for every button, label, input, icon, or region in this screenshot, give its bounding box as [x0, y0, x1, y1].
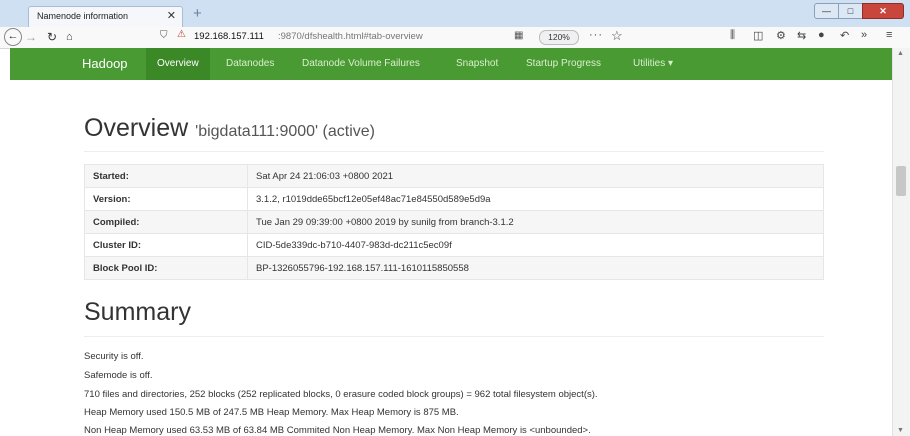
table-row: Compiled: Tue Jan 29 09:39:00 +0800 2019… — [84, 210, 824, 234]
row-value: 3.1.2, r1019dde65bcf12e05ef48ac71e84550d… — [247, 187, 824, 211]
summary-line: Non Heap Memory used 63.53 MB of 63.84 M… — [84, 425, 591, 436]
row-key: Version: — [84, 187, 248, 211]
browser-toolbar: ← → ↻ ⌂ ⛉ ⚠ 192.168.157.111 :9870/dfshea… — [0, 27, 910, 49]
overview-table: Started: Sat Apr 24 21:06:03 +0800 2021 … — [84, 164, 824, 280]
url-host: 192.168.157.111 — [194, 31, 264, 42]
url-path: :9870/dfshealth.html#tab-overview — [278, 31, 423, 42]
chat-icon[interactable]: ● — [818, 29, 825, 41]
new-tab-icon[interactable]: + — [193, 6, 202, 21]
row-key: Block Pool ID: — [84, 256, 248, 280]
summary-line: Safemode is off. — [84, 370, 153, 381]
nav-datanode-volume-failures[interactable]: Datanode Volume Failures — [302, 58, 420, 69]
scroll-up-icon[interactable]: ▲ — [897, 50, 904, 57]
sync-icon[interactable]: ⇆ — [797, 29, 806, 42]
sidebar-icon[interactable]: ◫ — [753, 29, 763, 42]
browser-window: Namenode information ✕ + — □ ✕ ← → ↻ ⌂ ⛉… — [0, 0, 910, 436]
row-key: Cluster ID: — [84, 233, 248, 257]
bookmark-star-icon[interactable]: ☆ — [611, 28, 623, 44]
library-icon[interactable]: ⫼ — [730, 29, 735, 42]
overview-subtitle: 'bigdata111:9000' (active) — [195, 123, 375, 140]
forward-arrow-icon[interactable]: → — [25, 29, 37, 45]
menu-icon[interactable]: ≡ — [886, 29, 892, 41]
summary-line: Security is off. — [84, 351, 144, 362]
tracking-shield-icon[interactable]: ⛉ — [160, 30, 168, 41]
qr-code-icon[interactable]: ▦ — [514, 30, 523, 41]
row-value: Tue Jan 29 09:39:00 +0800 2019 by sunilg… — [247, 210, 824, 234]
nav-overview[interactable]: Overview — [157, 58, 199, 69]
nav-datanodes[interactable]: Datanodes — [226, 58, 274, 69]
insecure-lock-icon[interactable]: ⚠ — [177, 29, 186, 40]
table-row: Block Pool ID: BP-1326055796-192.168.157… — [84, 256, 824, 280]
row-value: BP-1326055796-192.168.157.111-1610115850… — [247, 256, 824, 280]
nav-startup-progress[interactable]: Startup Progress — [526, 58, 601, 69]
table-row: Cluster ID: CID-5de339dc-b710-4407-983d-… — [84, 233, 824, 257]
tab-title: Namenode information — [37, 11, 129, 21]
reload-icon[interactable]: ↻ — [47, 29, 57, 45]
row-key: Started: — [84, 164, 248, 188]
minimize-button[interactable]: — — [814, 3, 839, 19]
close-window-button[interactable]: ✕ — [862, 3, 904, 19]
table-row: Version: 3.1.2, r1019dde65bcf12e05ef48ac… — [84, 187, 824, 211]
address-bar[interactable]: ⛉ ⚠ 192.168.157.111 :9870/dfshealth.html… — [158, 28, 678, 46]
row-key: Compiled: — [84, 210, 248, 234]
divider — [84, 151, 824, 152]
maximize-button[interactable]: □ — [838, 3, 863, 19]
page-actions-icon[interactable]: ··· — [589, 29, 603, 41]
tab-strip: Namenode information ✕ + — □ ✕ — [0, 0, 910, 28]
nav-utilities-dropdown[interactable]: Utilities ▾ — [633, 58, 673, 69]
overflow-chevron-icon[interactable]: » — [861, 29, 867, 41]
home-icon[interactable]: ⌂ — [66, 29, 73, 45]
extension-icon[interactable]: ⚙ — [776, 29, 786, 42]
scroll-down-icon[interactable]: ▼ — [897, 427, 904, 434]
tab-close-icon[interactable]: ✕ — [167, 9, 176, 22]
summary-title: Summary — [84, 298, 191, 326]
nav-snapshot[interactable]: Snapshot — [456, 58, 498, 69]
divider — [84, 336, 824, 337]
overview-title: Overview — [84, 114, 189, 142]
row-value: CID-5de339dc-b710-4407-983d-dc211c5ec09f — [247, 233, 824, 257]
summary-line: Heap Memory used 150.5 MB of 247.5 MB He… — [84, 407, 459, 418]
overview-heading: Overview 'bigdata111:9000' (active) — [84, 114, 375, 143]
table-row: Started: Sat Apr 24 21:06:03 +0800 2021 — [84, 164, 824, 188]
summary-line: 710 files and directories, 252 blocks (2… — [84, 389, 598, 400]
zoom-indicator[interactable]: 120% — [539, 30, 579, 45]
vertical-scrollbar[interactable]: ▲ ▼ — [892, 48, 910, 436]
back-arrow-icon[interactable]: ← — [4, 28, 22, 46]
brand-logo[interactable]: Hadoop — [82, 56, 128, 71]
hadoop-navbar: Hadoop Overview Datanodes Datanode Volum… — [10, 48, 892, 80]
browser-tab[interactable]: Namenode information ✕ — [28, 6, 183, 27]
page-content: Hadoop Overview Datanodes Datanode Volum… — [10, 48, 892, 436]
row-value: Sat Apr 24 21:06:03 +0800 2021 — [247, 164, 824, 188]
scrollbar-thumb[interactable] — [896, 166, 906, 196]
undo-icon[interactable]: ↶ — [840, 29, 849, 42]
